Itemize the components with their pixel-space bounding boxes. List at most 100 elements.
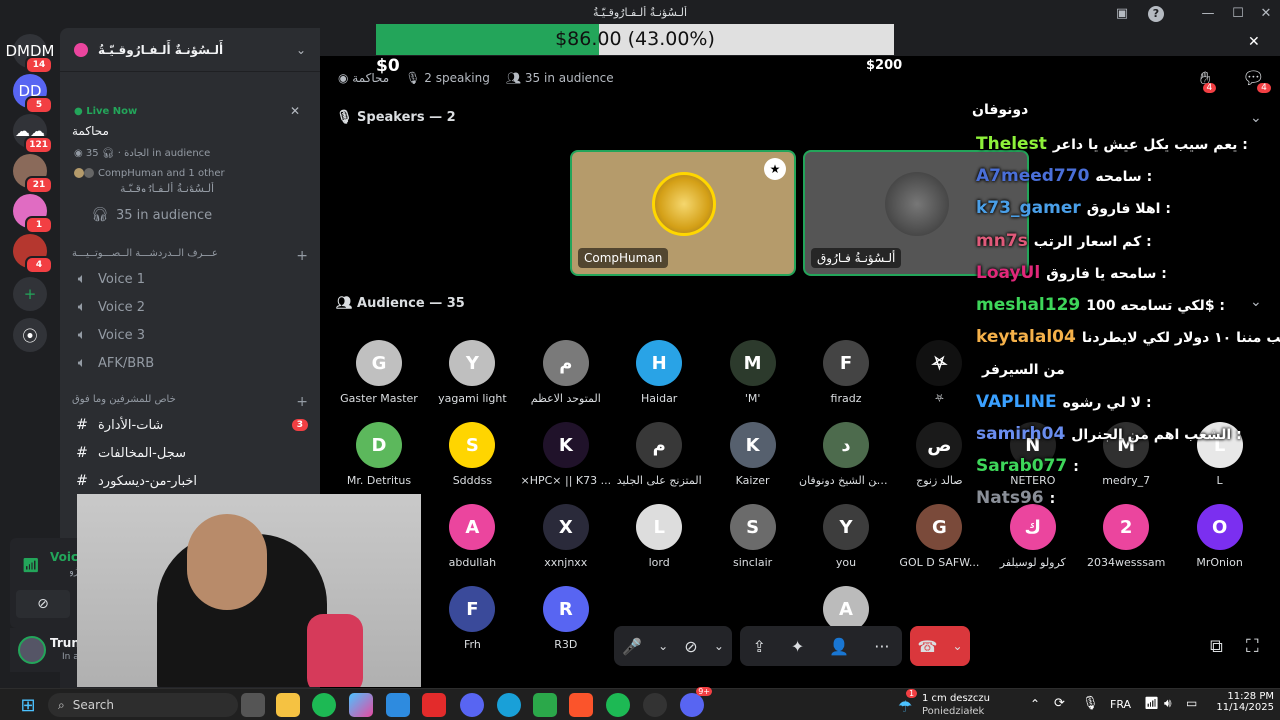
audience-member[interactable]: R R3D bbox=[519, 586, 613, 662]
audience-member[interactable]: Aabdullah bbox=[425, 504, 519, 580]
audience-member[interactable]: K ×HPC× || K73 ... bbox=[519, 422, 613, 498]
wifi-icon[interactable]: 📶︎ bbox=[1144, 696, 1159, 710]
explore-icon[interactable]: ⦿ bbox=[13, 318, 47, 352]
activity-launch-button[interactable]: ✦ bbox=[791, 637, 804, 656]
user-avatar[interactable] bbox=[18, 636, 46, 664]
edge-icon[interactable] bbox=[497, 693, 521, 717]
headset-icon: 🎧︎ bbox=[101, 148, 115, 159]
voice-channel-afk[interactable]: 🔈︎ AFK/BRB bbox=[72, 350, 308, 376]
voice-channel-2[interactable]: 🔈︎ Voice 2 bbox=[72, 294, 308, 320]
audience-member[interactable]: S Sdddss bbox=[425, 422, 519, 498]
tray-chevron-icon[interactable]: ⌃ bbox=[1030, 697, 1040, 711]
raise-hand-button[interactable]: ✋︎ 4 bbox=[1200, 68, 1217, 93]
server-icon[interactable]: 21 bbox=[13, 154, 53, 194]
minimize-button[interactable]: — bbox=[1196, 4, 1220, 24]
server-icon[interactable]: DMDM 14 bbox=[6, 34, 55, 74]
fullscreen-button[interactable]: ⛶ bbox=[1246, 636, 1259, 657]
discord-icon[interactable]: 9+ bbox=[680, 687, 712, 717]
private-category[interactable]: خاص للمشرفين وما فوق + bbox=[72, 394, 308, 410]
xbox-icon[interactable] bbox=[312, 693, 336, 717]
server-header[interactable]: أَلـسُؤنـةٌ أَلـفـارُوقـيّـةُ ⌄ bbox=[60, 28, 320, 72]
app-icon[interactable] bbox=[422, 693, 446, 717]
audience-member[interactable]: Llord bbox=[612, 504, 706, 580]
audience-member[interactable]: ك كرولو لوسيلفر bbox=[986, 504, 1080, 580]
mic-tray-icon[interactable]: 🎙︎ bbox=[1082, 696, 1099, 711]
audience-member[interactable]: D Mr. Detritus bbox=[332, 422, 426, 498]
add-channel-icon[interactable]: + bbox=[296, 248, 308, 264]
voice-channel-3[interactable]: 🔈︎ Voice 3 bbox=[72, 322, 308, 348]
audience-member[interactable]: م المتزنج على الجليد bbox=[612, 422, 706, 498]
audience-member[interactable]: Yyagami light bbox=[425, 340, 519, 416]
volume-icon[interactable]: 🔊︎ bbox=[1164, 696, 1172, 711]
close-window-button[interactable]: ✕ bbox=[1254, 4, 1278, 24]
server-icon[interactable]: 4 bbox=[13, 234, 53, 274]
close-overlay-button[interactable]: ✕ bbox=[1248, 34, 1260, 50]
audience-member[interactable]: ⛧ ⛧ bbox=[892, 340, 986, 416]
video-off-button[interactable]: ⊘ bbox=[16, 590, 70, 618]
maximize-button[interactable]: ☐ bbox=[1226, 4, 1250, 24]
chevron-down-icon[interactable]: ⌄ bbox=[1250, 110, 1262, 126]
donation-goal: $200 bbox=[866, 58, 903, 73]
audience-member[interactable]: Ffiradz bbox=[799, 340, 893, 416]
copilot-icon[interactable] bbox=[349, 693, 373, 717]
audience-member[interactable]: O MrOnion bbox=[1173, 504, 1267, 580]
camera-options-chevron[interactable]: ⌄ bbox=[714, 639, 724, 653]
server-icon[interactable]: DD 5 bbox=[13, 74, 53, 114]
audience-member[interactable]: F Frh bbox=[425, 586, 519, 662]
app-icon[interactable] bbox=[460, 693, 484, 717]
server-icon[interactable]: ☁☁ 121 bbox=[13, 114, 53, 154]
app-icon[interactable] bbox=[533, 693, 557, 717]
store-icon[interactable] bbox=[386, 693, 410, 717]
clock[interactable]: 11:28 PM 11/14/2025 bbox=[1204, 691, 1274, 713]
battery-icon[interactable]: ▭ bbox=[1186, 696, 1197, 710]
popout-button[interactable]: ⧉ bbox=[1210, 636, 1223, 657]
activity-button[interactable]: 💬︎ 4 bbox=[1242, 68, 1271, 93]
task-view-icon[interactable] bbox=[241, 693, 265, 717]
text-channel-discord-news[interactable]: # اخبار-من-ديسكورد bbox=[72, 468, 308, 494]
audience-member[interactable]: Yyou bbox=[799, 504, 893, 580]
audience-member[interactable]: K Kaizer bbox=[706, 422, 800, 498]
audience-member[interactable]: 2 2034wesssam bbox=[1079, 504, 1173, 580]
leave-options-chevron[interactable]: ⌄ bbox=[952, 639, 962, 653]
audience-member[interactable]: M 'M' bbox=[706, 340, 800, 416]
sync-icon[interactable]: ⟳ bbox=[1054, 696, 1065, 711]
audience-member[interactable]: د من الشيخ دونوفان... bbox=[799, 422, 893, 498]
activity-count-badge: 4 bbox=[1257, 83, 1271, 93]
mic-button[interactable]: 🎤 bbox=[622, 637, 642, 656]
app-icon[interactable] bbox=[643, 693, 667, 717]
add-channel-icon[interactable]: + bbox=[296, 394, 308, 410]
more-options-button[interactable]: ··· bbox=[874, 637, 889, 656]
inbox-icon[interactable]: ▣ bbox=[1110, 4, 1134, 24]
avatar: K bbox=[542, 422, 589, 468]
audience-member[interactable]: Xxxnjnxx bbox=[519, 504, 613, 580]
help-button[interactable]: ? bbox=[1148, 6, 1164, 22]
camera-off-button[interactable]: ⊘ bbox=[684, 637, 697, 656]
audience-member[interactable]: H Haidar bbox=[612, 340, 706, 416]
server-icon[interactable]: 1 bbox=[13, 194, 53, 234]
audience-member[interactable]: G Gaster Master bbox=[332, 340, 426, 416]
text-channel-violations[interactable]: # سجل-المخالفات bbox=[72, 440, 308, 466]
invite-button[interactable]: 👤 bbox=[829, 637, 849, 656]
speaker-tile[interactable]: ★ CompHuman bbox=[570, 150, 796, 276]
language-indicator[interactable]: FRA bbox=[1110, 698, 1131, 711]
spotify-icon[interactable] bbox=[606, 693, 630, 717]
audience-member[interactable]: Ssinclair bbox=[706, 504, 800, 580]
screen-share-button[interactable]: ⇪ bbox=[753, 637, 766, 656]
chevron-down-icon[interactable]: ⌄ bbox=[1250, 294, 1262, 310]
weather-widget[interactable]: ☂ 1 1 cm deszczu Poniedziałek bbox=[898, 689, 1018, 717]
voice-category[interactable]: عـــرف الــدردشـــة الــصـــوتــيـــة + bbox=[72, 248, 308, 264]
taskbar-search[interactable]: ⌕ Search bbox=[48, 693, 238, 717]
brave-icon[interactable] bbox=[569, 693, 593, 717]
voice-channel-1[interactable]: 🔈︎ Voice 1 bbox=[72, 266, 308, 292]
audience-member[interactable]: G GOL D SAFW... bbox=[892, 504, 986, 580]
close-icon[interactable]: ✕ bbox=[290, 104, 300, 118]
add-server-icon[interactable]: + bbox=[13, 277, 47, 311]
text-channel-admin[interactable]: # شات-الأدارة 3 bbox=[72, 412, 308, 438]
audience-member[interactable]: م المتوحد الاعظم bbox=[519, 340, 613, 416]
leave-stage-button[interactable]: ☎ ⌄ bbox=[910, 626, 970, 666]
windows-start-icon[interactable]: ⊞ bbox=[16, 693, 40, 717]
mic-options-chevron[interactable]: ⌄ bbox=[658, 639, 668, 653]
live-stage-card[interactable]: ● Live Now ✕ محاكمة ◉ الجادة · 🎧︎ 35 in … bbox=[60, 100, 320, 190]
audience-member[interactable]: ص صالد زنوج bbox=[892, 422, 986, 498]
file-explorer-icon[interactable] bbox=[276, 693, 300, 717]
